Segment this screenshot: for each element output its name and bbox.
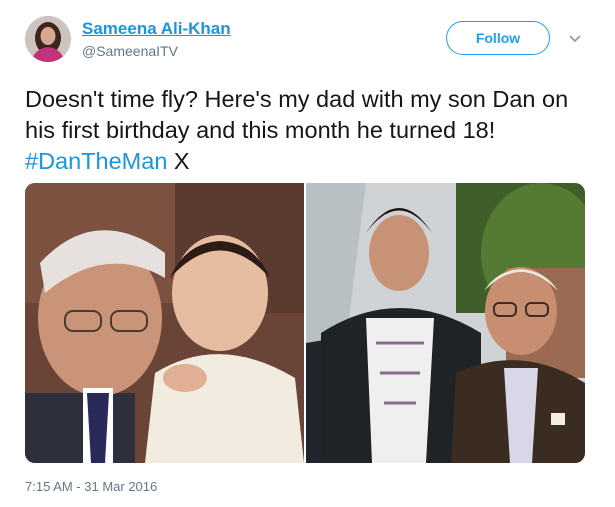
photo-old-grandfather-baby[interactable] <box>25 183 304 463</box>
tweet-text-tail: X <box>167 148 190 174</box>
chevron-down-icon[interactable] <box>567 30 583 46</box>
follow-button[interactable]: Follow <box>446 21 550 55</box>
media-grid <box>25 183 585 463</box>
author-name[interactable]: Sameena Ali-Khan <box>82 19 231 39</box>
tweet-text: Doesn't time fly? Here's my dad with my … <box>25 84 585 177</box>
author-handle[interactable]: @SameenaITV <box>82 43 178 59</box>
photo-young-man-grandfather[interactable] <box>306 183 585 463</box>
tweet-text-body: Doesn't time fly? Here's my dad with my … <box>25 86 569 143</box>
avatar[interactable] <box>25 16 71 62</box>
hashtag-link[interactable]: #DanTheMan <box>25 148 167 174</box>
tweet-timestamp[interactable]: 7:15 AM - 31 Mar 2016 <box>25 479 157 494</box>
